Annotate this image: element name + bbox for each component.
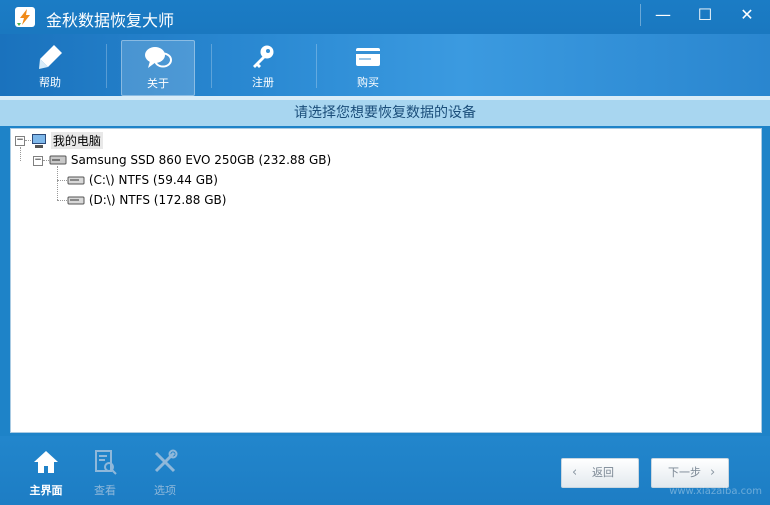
tree-label-partition-d: (D:\) NTFS (172.88 GB) — [88, 192, 227, 207]
home-icon — [34, 451, 58, 473]
partition-icon — [67, 196, 85, 204]
key-icon — [253, 45, 274, 68]
toolbar-divider — [211, 44, 212, 88]
device-prompt: 请选择您想要恢复数据的设备 — [0, 100, 770, 126]
window-controls-divider — [640, 4, 641, 26]
hard-drive-icon — [49, 155, 67, 164]
back-button-label: 返回 — [592, 466, 614, 479]
bottom-home-label: 主界面 — [29, 484, 63, 497]
chat-bubbles-icon — [145, 47, 172, 68]
main-toolbar: 帮助 关于 注册 购买 — [0, 34, 770, 96]
tree-node-disk[interactable]: Samsung SSD 860 EVO 250GB (232.88 GB) — [49, 152, 331, 167]
toolbar-about-label: 关于 — [147, 77, 169, 90]
toolbar-buy-label: 购买 — [357, 76, 379, 89]
bottom-view-label: 查看 — [94, 484, 116, 497]
next-button[interactable]: 下一步 › — [651, 458, 729, 488]
device-tree[interactable]: − 我的电脑 − Samsung SSD 860 EVO 250GB (232.… — [10, 128, 762, 433]
toolbar-about-button[interactable]: 关于 — [121, 40, 195, 96]
app-logo-icon — [15, 7, 35, 27]
tree-node-partition-c[interactable]: (C:\) NTFS (59.44 GB) — [67, 172, 218, 187]
partition-icon — [67, 176, 85, 184]
tree-connector — [57, 166, 58, 200]
document-search-icon — [95, 450, 117, 475]
title-bar: 金秋数据恢复大师 — ☐ ✕ — [0, 0, 770, 34]
bottom-options-button[interactable]: 选项 — [141, 448, 189, 498]
tree-connector — [20, 147, 21, 161]
toolbar-register-label: 注册 — [252, 76, 274, 89]
bottom-home-button[interactable]: 主界面 — [22, 448, 70, 498]
toolbar-help-button[interactable]: 帮助 — [14, 40, 86, 94]
tree-expander-root[interactable]: − — [15, 136, 25, 146]
computer-icon — [32, 133, 46, 148]
window-title: 金秋数据恢复大师 — [46, 11, 175, 30]
tree-label-disk: Samsung SSD 860 EVO 250GB (232.88 GB) — [70, 152, 332, 167]
toolbar-register-button[interactable]: 注册 — [227, 40, 299, 94]
chevron-left-icon: ‹ — [572, 465, 578, 480]
toolbar-divider — [316, 44, 317, 88]
tree-expander-disk[interactable]: − — [33, 156, 43, 166]
tree-label-partition-c: (C:\) NTFS (59.44 GB) — [88, 172, 218, 187]
close-button[interactable]: ✕ — [726, 0, 768, 30]
tree-label-my-computer: 我的电脑 — [50, 132, 103, 149]
back-button[interactable]: ‹ 返回 — [561, 458, 639, 488]
tree-node-partition-d[interactable]: (D:\) NTFS (172.88 GB) — [67, 192, 226, 207]
maximize-button[interactable]: ☐ — [684, 0, 726, 30]
bottom-bar: 主界面 查看 选项 ‹ 返回 下一步 › www.xiazaiba.com — [0, 436, 770, 505]
bottom-view-button[interactable]: 查看 — [81, 448, 129, 498]
tree-node-my-computer[interactable]: 我的电脑 — [31, 132, 103, 149]
next-button-label: 下一步 — [668, 466, 701, 479]
toolbar-divider — [106, 44, 107, 88]
chevron-right-icon: › — [710, 465, 716, 480]
toolbar-help-label: 帮助 — [39, 76, 61, 89]
minimize-button[interactable]: — — [642, 0, 684, 30]
tools-icon — [154, 449, 178, 473]
tree-connector — [57, 200, 67, 201]
toolbar-buy-button[interactable]: 购买 — [332, 40, 404, 94]
tree-connector — [57, 180, 67, 181]
card-icon — [356, 48, 380, 66]
bottom-options-label: 选项 — [154, 484, 176, 497]
watermark: www.xiazaiba.com — [669, 486, 762, 497]
pen-icon — [39, 45, 62, 69]
